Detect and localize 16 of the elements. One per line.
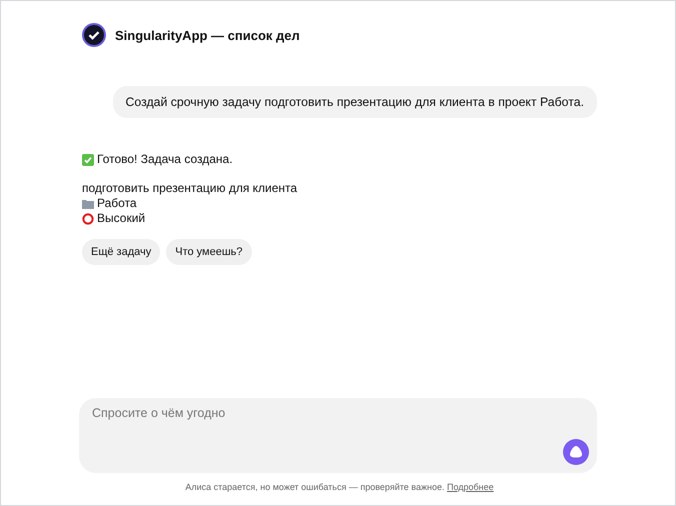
reply-text: Работа bbox=[97, 196, 137, 211]
assistant-icon[interactable] bbox=[563, 439, 589, 465]
chat-title: SingularityApp — список дел bbox=[115, 28, 300, 42]
app-logo-icon bbox=[82, 23, 106, 47]
reply-text: Высокий bbox=[97, 211, 146, 226]
suggestion-chip[interactable]: Что умеешь? bbox=[166, 239, 252, 265]
more-link[interactable]: Подробнее bbox=[446, 482, 494, 492]
folder-icon bbox=[82, 198, 94, 208]
check-mark-icon bbox=[82, 154, 94, 166]
reply-text: подготовить презентацию для клиента bbox=[82, 181, 298, 196]
message-field[interactable]: Спросите о чём угодно bbox=[79, 398, 597, 473]
user-message: Создай срочную задачу подготовить презентацию для клиента в проект Работа. bbox=[112, 86, 597, 118]
circle-icon bbox=[82, 212, 94, 224]
reply-text: Готово! Задача создана. bbox=[97, 152, 233, 167]
disclaimer-text: Алиса старается, но может ошибаться — проверяйте важное. Подробнее bbox=[184, 481, 495, 494]
suggestion-chip[interactable]: Ещё задачу bbox=[82, 239, 160, 265]
